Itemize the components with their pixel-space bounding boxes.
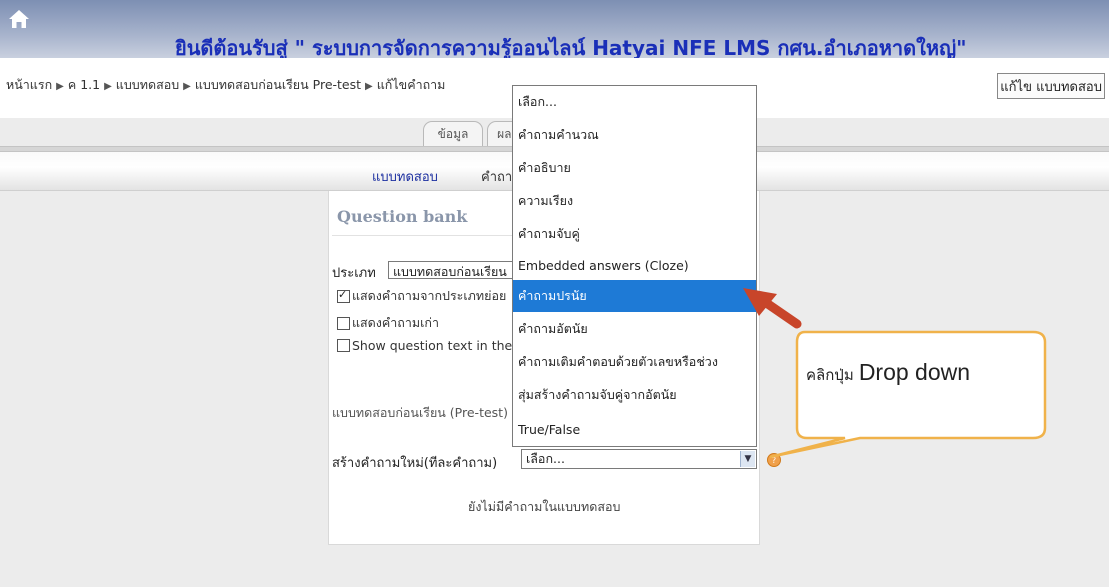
breadcrumb-separator: ▶ — [56, 81, 64, 92]
dropdown-option[interactable]: คำถามเติมคำตอบด้วยตัวเลขหรือช่วง — [513, 346, 756, 378]
show-old-label: แสดงคำถามเก่า — [352, 315, 439, 330]
dropdown-option[interactable]: คำถามจับคู่ — [513, 218, 756, 250]
dropdown-option[interactable]: คำถามอัตนัย — [513, 313, 756, 345]
home-icon[interactable] — [4, 4, 34, 34]
breadcrumb-course[interactable]: ค 1.1 — [68, 77, 100, 92]
callout-text-en: Drop down — [858, 359, 971, 385]
tab-info[interactable]: ข้อมูล — [423, 121, 483, 146]
edit-quiz-button[interactable]: แก้ไข แบบทดสอบ — [997, 73, 1105, 99]
show-subcategory-checkbox[interactable] — [337, 288, 350, 303]
show-text-label: Show question text in the — [352, 338, 513, 353]
panel-title: Question bank — [337, 207, 468, 226]
dropdown-option-selected[interactable]: คำถามปรนัย — [513, 280, 756, 312]
breadcrumb-quizzes[interactable]: แบบทดสอบ — [116, 77, 179, 92]
breadcrumb-separator: ▶ — [365, 81, 373, 92]
dropdown-option[interactable]: คำถามคำนวณ — [513, 119, 756, 151]
callout-text: คลิกปุ่ม Drop down — [806, 359, 970, 387]
show-old-checkbox[interactable] — [337, 316, 350, 330]
empty-message: ยังไม่มีคำถามในแบบทดสอบ — [468, 499, 621, 514]
question-type-value: เลือก... — [526, 451, 565, 466]
dropdown-option[interactable]: เลือก... — [513, 86, 756, 118]
breadcrumb-quiz[interactable]: แบบทดสอบก่อนเรียน Pre-test — [195, 77, 361, 92]
dropdown-option[interactable]: สุ่มสร้างคำถามจับคู่จากอัตนัย — [513, 379, 756, 411]
dropdown-option[interactable]: คำอธิบาย — [513, 152, 756, 184]
show-text-checkbox[interactable] — [337, 339, 350, 352]
show-text-row[interactable]: Show question text in the — [337, 338, 512, 353]
dropdown-option[interactable]: True/False — [513, 413, 756, 445]
subtab-quiz[interactable]: แบบทดสอบ — [372, 166, 438, 187]
breadcrumb-current: แก้ไขคำถาม — [376, 77, 446, 92]
show-subcategory-row[interactable]: แสดงคำถามจากประเภทย่อย — [337, 286, 506, 306]
dropdown-option[interactable]: Embedded answers (Cloze) — [513, 249, 756, 281]
dropdown-option[interactable]: ความเรียง — [513, 185, 756, 217]
show-subcategory-label: แสดงคำถามจากประเภทย่อย — [352, 288, 507, 303]
category-select[interactable]: แบบทดสอบก่อนเรียน — [388, 261, 528, 279]
breadcrumb-separator: ▶ — [183, 81, 191, 92]
category-label: ประเภท — [332, 266, 376, 281]
create-question-label: สร้างคำถามใหม่(ทีละคำถาม) — [332, 456, 498, 471]
breadcrumb-separator: ▶ — [104, 81, 112, 92]
breadcrumb-home[interactable]: หน้าแรก — [6, 77, 52, 92]
question-type-select[interactable]: เลือก... ▼ — [521, 449, 757, 469]
breadcrumb: หน้าแรก ▶ ค 1.1 ▶ แบบทดสอบ ▶ แบบทดสอบก่อนเรียน… — [6, 75, 445, 95]
arrow-icon — [743, 288, 802, 329]
category-info: แบบทดสอบก่อนเรียน (Pre-test) — [332, 405, 508, 420]
callout-text-thai: คลิกปุ่ม — [806, 366, 854, 384]
show-old-row[interactable]: แสดงคำถามเก่า — [337, 313, 439, 333]
question-type-dropdown: เลือก... คำถามคำนวณ คำอธิบาย ความเรียง ค… — [512, 85, 757, 447]
